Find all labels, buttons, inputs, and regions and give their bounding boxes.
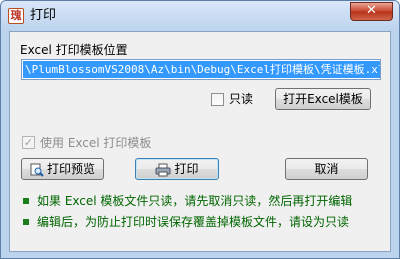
dialog-body: Excel 打印模板位置 \PlumBlossomVS2008\Az\bin\D… xyxy=(9,31,391,252)
print-button[interactable]: 打印 xyxy=(135,158,219,180)
cancel-button[interactable]: 取消 xyxy=(285,158,368,180)
template-location-label: Excel 打印模板位置 xyxy=(20,43,128,57)
printer-icon xyxy=(155,163,171,176)
note-save-hint: 编辑后，为防止打印时误保存覆盖掉模板文件，请设为只读 xyxy=(37,215,350,229)
print-preview-button[interactable]: 打印预览 xyxy=(21,158,104,180)
print-label: 打印 xyxy=(174,162,199,176)
open-excel-template-label: 打开Excel模板 xyxy=(283,92,363,106)
use-excel-template-label: 使用 Excel 打印模板 xyxy=(40,136,152,150)
close-icon: ✕ xyxy=(366,3,377,18)
template-path-value: \PlumBlossomVS2008\Az\bin\Debug\Excel打印模… xyxy=(23,61,380,78)
window-title: 打印 xyxy=(30,8,57,23)
template-path-input[interactable]: \PlumBlossomVS2008\Az\bin\Debug\Excel打印模… xyxy=(21,59,381,80)
readonly-checkbox[interactable] xyxy=(211,93,224,106)
close-button[interactable]: ✕ xyxy=(350,2,393,21)
bullet-icon xyxy=(23,198,29,204)
print-preview-label: 打印预览 xyxy=(46,162,95,176)
note-readonly-hint: 如果 Excel 模板文件只读，请先取消只读，然后再打开编辑 xyxy=(37,194,353,208)
app-icon: 瑰 xyxy=(8,8,24,24)
title-bar[interactable]: 瑰 打印 ✕ xyxy=(1,1,399,31)
checkmark-icon: ✓ xyxy=(23,136,34,149)
use-excel-template-checkbox[interactable]: ✓ xyxy=(22,136,35,149)
print-dialog-window: 瑰 打印 ✕ Excel 打印模板位置 \PlumBlossomVS2008\A… xyxy=(0,0,400,259)
cancel-label: 取消 xyxy=(314,162,339,176)
open-excel-template-button[interactable]: 打开Excel模板 xyxy=(275,88,371,110)
print-preview-icon xyxy=(30,163,44,177)
readonly-label: 只读 xyxy=(229,92,254,106)
bullet-icon xyxy=(23,219,29,225)
